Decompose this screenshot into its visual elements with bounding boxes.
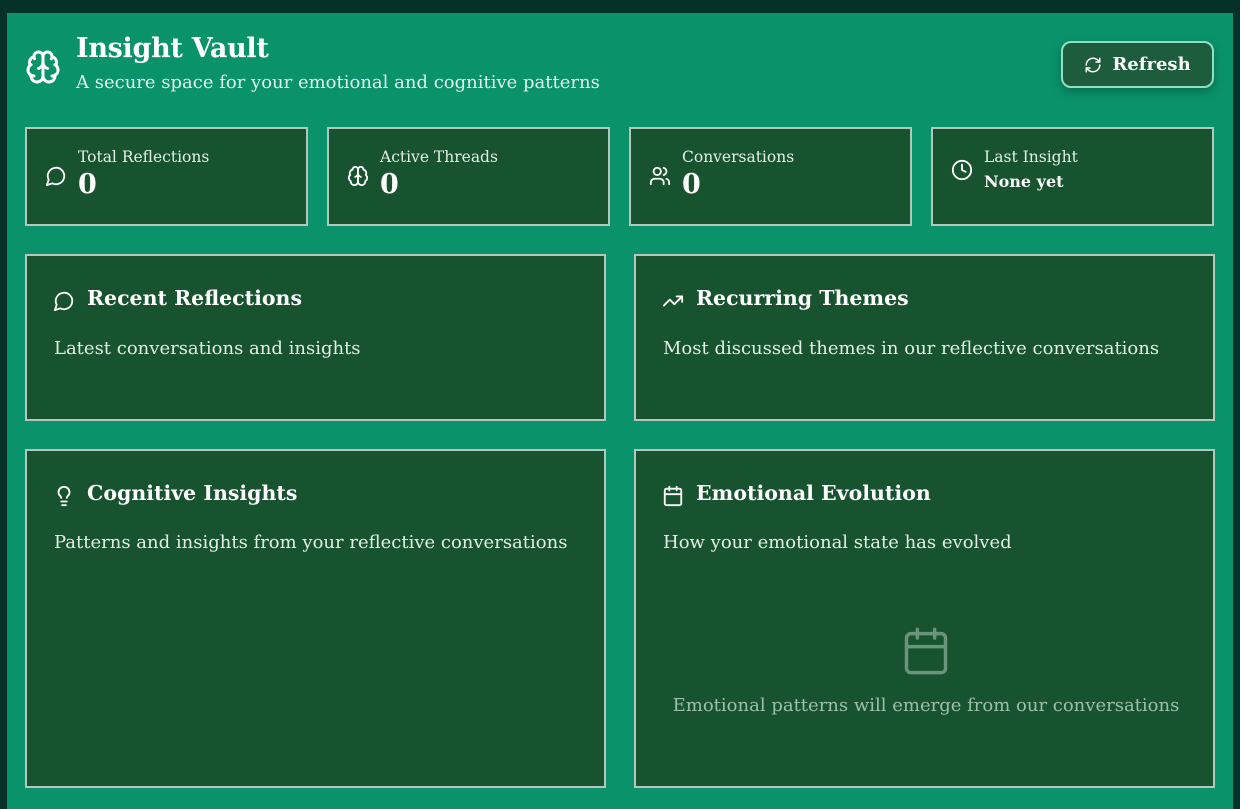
panel-description: Latest conversations and insights [54,338,361,359]
stat-card-active-threads: Active Threads 0 [327,127,610,226]
stat-card-conversations: Conversations 0 [629,127,912,226]
panel-description: How your emotional state has evolved [663,532,1012,553]
stat-label: Conversations [682,148,795,166]
stat-value: 0 [78,169,97,200]
stat-value: 0 [380,169,399,200]
refresh-icon [1085,57,1101,72]
stat-value: None yet [984,172,1064,191]
stat-card-total-reflections: Total Reflections 0 [25,127,308,226]
panel-title: Recurring Themes [696,286,909,310]
panel-title: Cognitive Insights [87,481,298,505]
panel-title: Recent Reflections [87,286,302,310]
app-subtitle: A secure space for your emotional and co… [76,72,600,93]
panel-recent-reflections: Recent Reflections Latest conversations … [25,254,606,421]
brain-icon [347,165,371,189]
lightbulb-icon [53,485,75,507]
stat-label: Total Reflections [78,148,210,166]
panel-description: Patterns and insights from your reflecti… [54,532,568,553]
message-circle-icon [53,290,75,312]
message-circle-icon [45,165,69,189]
panel-description: Most discussed themes in our reflective … [663,338,1160,359]
panel-title: Emotional Evolution [696,481,931,505]
app-title: Insight Vault [76,33,269,64]
stat-label: Active Threads [380,148,498,166]
brain-logo-icon [25,49,61,85]
trending-up-icon [662,290,684,312]
stat-card-last-insight: Last Insight None yet [931,127,1214,226]
users-icon [649,165,673,189]
refresh-button[interactable]: Refresh [1061,41,1214,88]
calendar-icon [662,485,684,507]
calendar-empty-icon [900,625,952,677]
stat-value: 0 [682,169,701,200]
panel-emotional-evolution: Emotional Evolution How your emotional s… [634,449,1215,788]
panel-recurring-themes: Recurring Themes Most discussed themes i… [634,254,1215,421]
panel-cognitive-insights: Cognitive Insights Patterns and insights… [25,449,606,788]
clock-icon [951,159,975,183]
empty-state-text: Emotional patterns will emerge from our … [672,695,1180,716]
refresh-label: Refresh [1112,54,1191,75]
stat-label: Last Insight [984,148,1078,166]
